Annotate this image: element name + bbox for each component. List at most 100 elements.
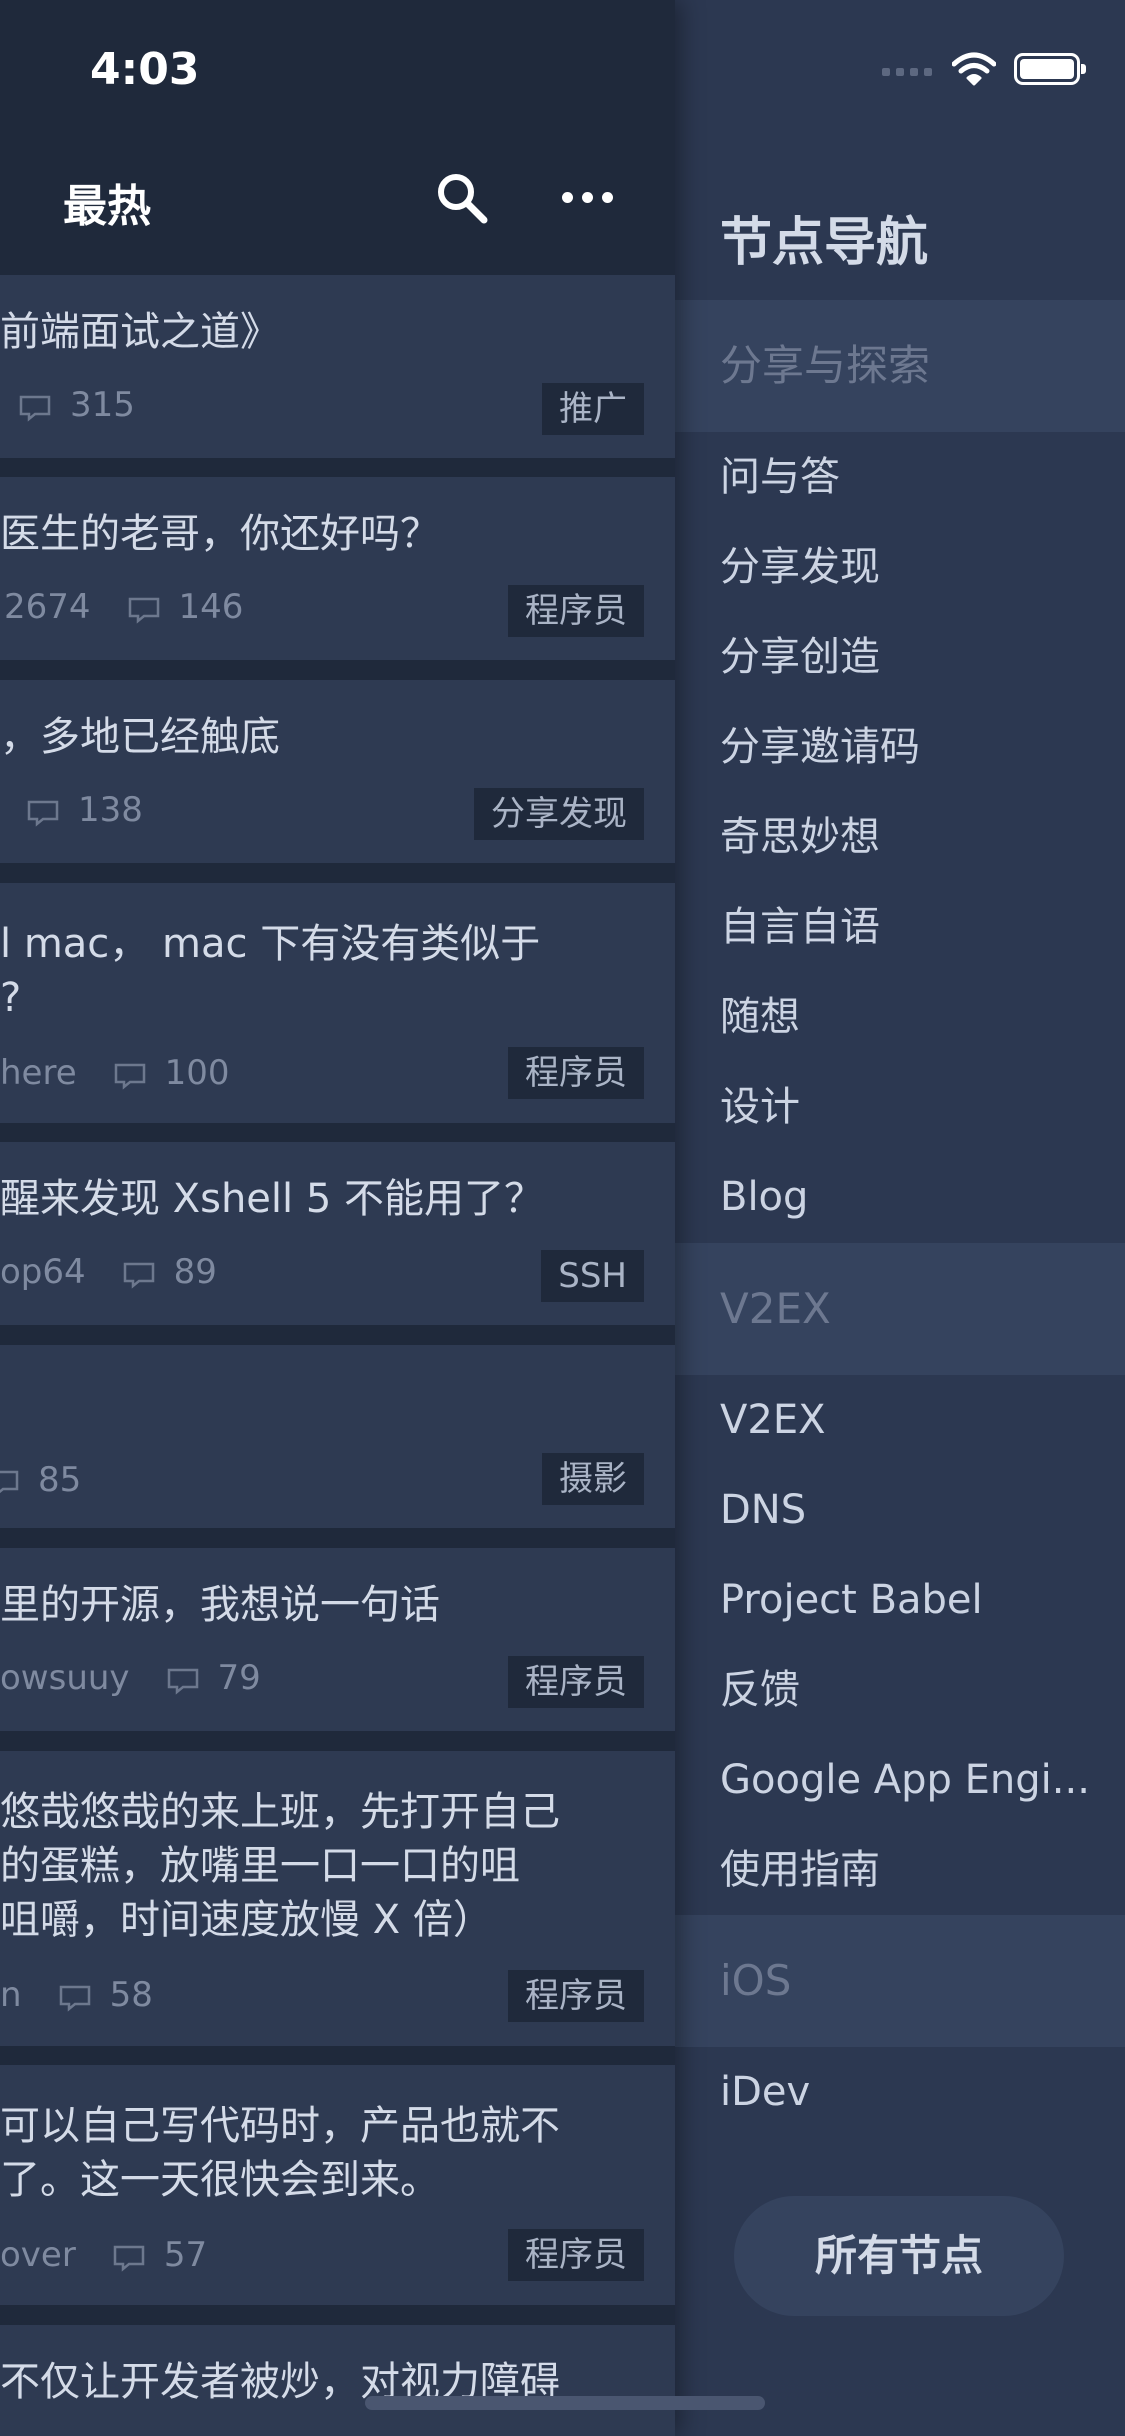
- topic-title: 前端面试之道》: [0, 309, 280, 355]
- topic-author[interactable]: 2674: [4, 587, 91, 627]
- comment-icon: [18, 391, 52, 422]
- topic-list-panel[interactable]: 4:03 最热 前端面试之道》 315 推广 医生的老哥，你还好吗？ 2674 …: [0, 0, 675, 2436]
- wifi-icon: [952, 52, 996, 86]
- cellular-signal-icon: [882, 62, 934, 76]
- topic-meta: over 57: [0, 2235, 207, 2275]
- node-tag[interactable]: 分享发现: [474, 788, 644, 840]
- topic-title: 医生的老哥，你还好吗？: [0, 511, 440, 557]
- comment-count: 89: [173, 1252, 217, 1292]
- topic-title-line: ?: [0, 975, 22, 1021]
- topic-title-line: 咀嚼，时间速度放慢 X 倍）: [0, 1897, 493, 1943]
- topic-title: l mac， mac 下有没有类似于: [0, 921, 541, 967]
- status-indicators: [882, 52, 1086, 86]
- section-header: iOS: [675, 1915, 1125, 2047]
- comment-icon: [0, 1466, 20, 1494]
- comment-count: 146: [178, 587, 244, 627]
- drawer-title: 节点导航: [720, 213, 929, 273]
- node-item[interactable]: DNS: [720, 1483, 806, 1537]
- topic-card[interactable]: 里的开源，我想说一句话 owsuuy 79 程序员: [0, 1548, 675, 1731]
- nav-title: 最热: [63, 181, 151, 232]
- node-item[interactable]: 奇思妙想: [720, 810, 880, 864]
- node-item[interactable]: V2EX: [720, 1393, 826, 1447]
- comment-count: 100: [164, 1053, 230, 1093]
- comment-icon: [112, 2241, 146, 2272]
- node-item[interactable]: 自言自语: [720, 900, 880, 954]
- topic-meta: n 58: [0, 1975, 153, 2015]
- comment-icon: [127, 593, 161, 624]
- comment-count: 315: [70, 385, 135, 425]
- search-button[interactable]: [432, 168, 492, 228]
- comment-count: 57: [163, 2235, 208, 2275]
- topic-title-line: 的蛋糕，放嘴里一口一口的咀: [0, 1843, 520, 1889]
- topic-title: 可以自己写代码时，产品也就不: [0, 2103, 560, 2149]
- node-item[interactable]: 反馈: [720, 1663, 800, 1717]
- topic-meta: 315: [18, 385, 135, 425]
- node-item[interactable]: Google App Engi...: [720, 1753, 1090, 1807]
- section-header: V2EX: [675, 1243, 1125, 1375]
- more-dot-icon: [602, 192, 613, 203]
- topic-meta: here 100: [0, 1053, 230, 1093]
- node-tag[interactable]: 程序员: [508, 2229, 644, 2281]
- topic-title: 醒来发现 Xshell 5 不能用了？: [0, 1176, 545, 1222]
- node-item[interactable]: 分享发现: [720, 540, 880, 594]
- topic-author[interactable]: here: [0, 1053, 77, 1093]
- comment-icon: [26, 796, 60, 827]
- topic-title-line: 了。这一天很快会到来。: [0, 2157, 440, 2203]
- more-button[interactable]: [560, 178, 620, 214]
- node-tag[interactable]: 程序员: [508, 1656, 644, 1708]
- comment-count: 138: [78, 790, 143, 830]
- comment-count: 58: [109, 1975, 153, 2015]
- topic-meta: op64 89: [0, 1252, 217, 1292]
- node-item[interactable]: 分享创造: [720, 630, 880, 684]
- topic-card[interactable]: 悠哉悠哉的来上班，先打开自己 的蛋糕，放嘴里一口一口的咀 咀嚼，时间速度放慢 X…: [0, 1751, 675, 2046]
- node-item[interactable]: 随想: [720, 990, 800, 1044]
- comment-icon: [122, 1258, 156, 1289]
- topic-meta: 138: [26, 790, 143, 830]
- topic-author[interactable]: n: [0, 1975, 22, 2015]
- more-dot-icon: [582, 192, 593, 203]
- node-item[interactable]: 使用指南: [720, 1843, 880, 1897]
- topic-card[interactable]: 85 摄影: [0, 1345, 675, 1528]
- battery-icon: [1014, 53, 1086, 85]
- topic-meta: 2674 146: [4, 587, 243, 627]
- node-tag[interactable]: SSH: [541, 1250, 644, 1302]
- topic-title: 里的开源，我想说一句话: [0, 1582, 440, 1628]
- topic-card[interactable]: ，多地已经触底 138 分享发现: [0, 680, 675, 863]
- comment-count: 79: [217, 1658, 261, 1698]
- node-tag[interactable]: 推广: [542, 383, 644, 435]
- topic-meta: owsuuy 79: [0, 1658, 261, 1698]
- topic-author[interactable]: op64: [0, 1252, 86, 1292]
- node-item[interactable]: 问与答: [720, 450, 840, 504]
- section-header: 分享与探索: [675, 300, 1125, 432]
- home-indicator[interactable]: [365, 2396, 765, 2410]
- node-tag[interactable]: 程序员: [508, 1970, 644, 2022]
- comment-icon: [166, 1664, 200, 1695]
- node-item[interactable]: iDev: [720, 2065, 810, 2119]
- node-tag[interactable]: 程序员: [508, 585, 644, 637]
- topic-card[interactable]: 前端面试之道》 315 推广: [0, 275, 675, 458]
- screen: 4:03 最热 前端面试之道》 315 推广 医生的老哥，你还好吗？ 2674 …: [0, 0, 1125, 2436]
- node-item[interactable]: Project Babel: [720, 1573, 983, 1627]
- topic-card[interactable]: 医生的老哥，你还好吗？ 2674 146 程序员: [0, 477, 675, 660]
- topic-card[interactable]: 不仅让开发者被炒，对视力障碍: [0, 2325, 675, 2436]
- topic-author[interactable]: owsuuy: [0, 1658, 130, 1698]
- node-tag[interactable]: 摄影: [542, 1453, 644, 1505]
- comment-icon: [58, 1981, 92, 2012]
- topic-card[interactable]: l mac， mac 下有没有类似于 ? here 100 程序员: [0, 883, 675, 1123]
- node-item[interactable]: Blog: [720, 1170, 808, 1224]
- topic-card[interactable]: 可以自己写代码时，产品也就不 了。这一天很快会到来。 over 57 程序员: [0, 2065, 675, 2305]
- topic-meta: 85: [0, 1460, 81, 1500]
- all-nodes-button[interactable]: 所有节点: [734, 2196, 1064, 2316]
- topic-author[interactable]: over: [0, 2235, 76, 2275]
- comment-icon: [113, 1059, 147, 1090]
- topic-title: ，多地已经触底: [0, 714, 280, 760]
- more-dot-icon: [562, 192, 573, 203]
- node-navigation-drawer: 节点导航 分享与探索 问与答 分享发现 分享创造 分享邀请码 奇思妙想 自言自语…: [675, 0, 1125, 2436]
- node-item[interactable]: 分享邀请码: [720, 720, 920, 774]
- comment-count: 85: [38, 1460, 82, 1500]
- topic-card[interactable]: 醒来发现 Xshell 5 不能用了？ op64 89 SSH: [0, 1142, 675, 1325]
- node-tag[interactable]: 程序员: [508, 1047, 644, 1099]
- node-item[interactable]: 设计: [720, 1080, 800, 1134]
- status-time: 4:03: [90, 44, 200, 95]
- search-icon: [438, 174, 488, 224]
